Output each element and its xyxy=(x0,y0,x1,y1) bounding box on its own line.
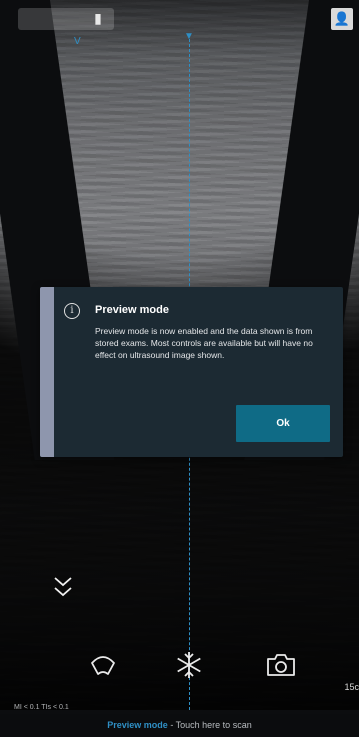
ok-button[interactable]: Ok xyxy=(236,405,330,442)
probe-fan-icon[interactable] xyxy=(86,648,120,682)
orientation-marker: V xyxy=(74,36,81,47)
dialog-title: Preview mode xyxy=(95,304,169,316)
touch-to-scan-hint[interactable]: Touch here to scan xyxy=(176,720,252,730)
patient-icon[interactable]: 👤 xyxy=(331,8,353,30)
battery-icon: ▮ xyxy=(94,10,102,26)
preview-mode-dialog: i Preview mode Preview mode is now enabl… xyxy=(40,287,343,457)
mi-tis-readout: MI < 0.1 TIs < 0.1 xyxy=(14,704,69,711)
snowflake-icon[interactable] xyxy=(172,648,206,682)
info-icon: i xyxy=(64,303,80,319)
dialog-message: Preview mode is now enabled and the data… xyxy=(95,326,313,360)
preview-mode-label[interactable]: Preview mode xyxy=(107,720,168,730)
separator: - xyxy=(167,720,176,730)
double-chevron-down-icon[interactable] xyxy=(52,574,74,602)
dialog-accent-bar xyxy=(40,287,54,457)
camera-icon[interactable] xyxy=(264,648,298,682)
depth-label: 15c xyxy=(344,682,359,692)
scan-status-bar[interactable]: Preview mode - Touch here to scan xyxy=(0,714,359,737)
